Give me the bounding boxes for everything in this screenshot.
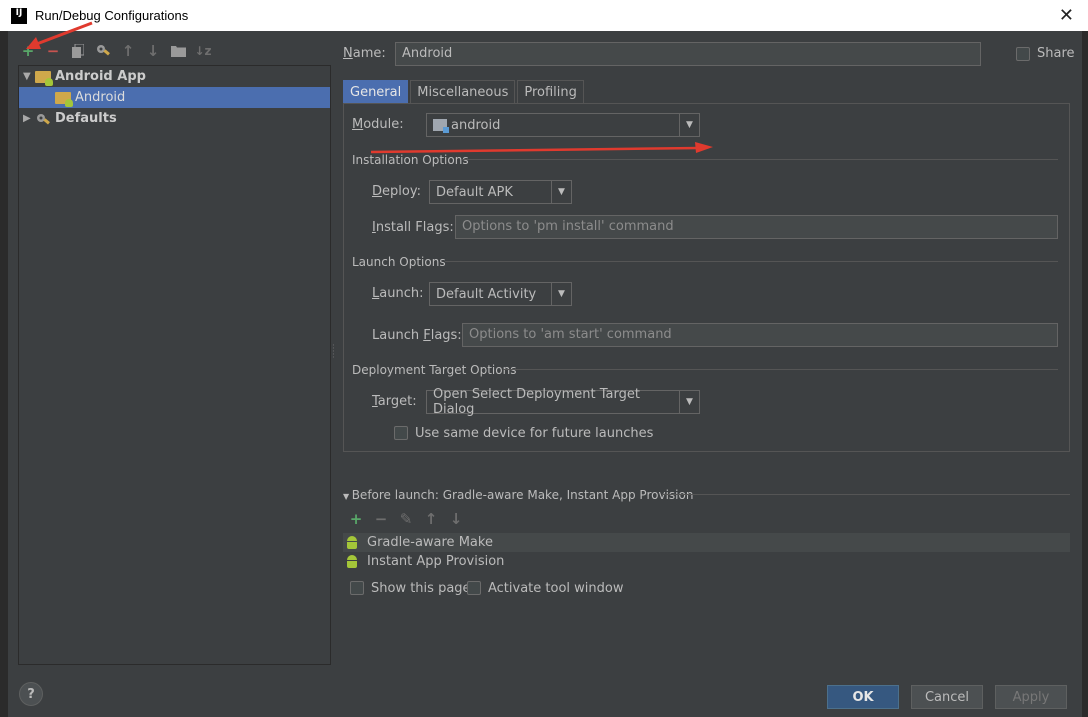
share-label: Share <box>1037 46 1075 61</box>
cancel-button[interactable]: Cancel <box>911 685 983 709</box>
launch-label: Launch: <box>372 286 424 301</box>
list-item-label: Instant App Provision <box>367 554 505 569</box>
ok-button[interactable]: OK <box>827 685 899 709</box>
deploy-label: Deploy: <box>372 184 421 199</box>
target-combo[interactable]: Open Select Deployment Target Dialog ▼ <box>426 387 700 417</box>
launch-flags-input[interactable]: Options to 'am start' command <box>462 323 1058 347</box>
target-label: Target: <box>372 394 417 409</box>
config-tree: ▼ Android App Android ▶ Defaults <box>18 65 331 665</box>
tree-item-label: Android <box>75 90 126 105</box>
android-app-icon <box>35 70 53 86</box>
window-edge-right <box>1082 31 1088 717</box>
android-icon <box>345 554 359 569</box>
install-flags-input[interactable]: Options to 'pm install' command <box>455 215 1058 239</box>
config-tabs: General Miscellaneous Profiling <box>343 80 586 103</box>
show-page-checkbox[interactable] <box>350 581 364 595</box>
apply-button[interactable]: Apply <box>995 685 1067 709</box>
activate-tool-window-label: Activate tool window <box>488 581 624 596</box>
title-bar: IJ Run/Debug Configurations ✕ <box>0 0 1088 31</box>
tree-item-android-app[interactable]: ▼ Android App <box>19 66 330 87</box>
launch-combo[interactable]: Default Activity ▼ <box>429 282 572 306</box>
before-launch-title: ▼ Before launch: Gradle-aware Make, Inst… <box>343 488 694 502</box>
chevron-down-icon[interactable]: ▼ <box>679 391 699 413</box>
same-device-label: Use same device for future launches <box>415 426 654 441</box>
list-item[interactable]: Gradle-aware Make <box>343 533 1070 552</box>
module-combo[interactable]: android ▼ <box>426 113 700 137</box>
annotation-arrow-add <box>26 21 93 49</box>
list-item-label: Gradle-aware Make <box>367 535 493 550</box>
tree-item-label: Defaults <box>55 111 117 126</box>
show-page-label: Show this page <box>371 581 471 596</box>
before-launch-list: Gradle-aware Make Instant App Provision <box>343 533 1070 571</box>
tab-general[interactable]: General <box>343 80 409 103</box>
sort-icon[interactable]: ↓z <box>194 43 211 59</box>
edit-task-icon[interactable]: ✎ <box>398 510 414 528</box>
android-config-icon <box>55 91 73 107</box>
chevron-down-icon[interactable]: ▼ <box>551 283 571 305</box>
tree-item-android[interactable]: Android <box>19 87 330 108</box>
module-value: android <box>451 117 501 133</box>
splitter-handle[interactable]: · · · · · <box>332 342 335 363</box>
list-item[interactable]: Instant App Provision <box>343 552 1070 571</box>
separator <box>503 369 1058 370</box>
module-label: Module: <box>352 117 404 132</box>
separator <box>662 494 1070 495</box>
help-button[interactable]: ? <box>19 682 43 706</box>
deployment-target-title: Deployment Target Options <box>352 363 517 377</box>
expand-arrow-icon[interactable]: ▼ <box>23 71 35 82</box>
name-input[interactable]: Android <box>395 42 981 66</box>
launch-options-title: Launch Options <box>352 255 446 269</box>
collapse-arrow-icon[interactable]: ▶ <box>23 113 35 124</box>
move-task-up-icon[interactable]: ↑ <box>423 510 439 528</box>
chevron-down-icon[interactable]: ▼ <box>551 181 571 203</box>
deploy-combo[interactable]: Default APK ▼ <box>429 180 572 204</box>
name-label: Name: <box>343 46 386 61</box>
android-icon <box>345 535 359 550</box>
chevron-down-icon[interactable]: ▼ <box>679 114 699 136</box>
folder-icon[interactable] <box>170 43 186 59</box>
separator <box>445 261 1058 262</box>
window-edge-left <box>0 31 8 717</box>
close-icon[interactable]: ✕ <box>1059 5 1074 26</box>
share-checkbox[interactable] <box>1016 47 1030 61</box>
module-icon <box>433 119 449 133</box>
before-launch-toolbar: + − ✎ ↑ ↓ <box>348 510 464 528</box>
tab-profiling[interactable]: Profiling <box>517 80 584 103</box>
tree-item-defaults[interactable]: ▶ Defaults <box>19 108 330 129</box>
add-task-icon[interactable]: + <box>348 510 364 528</box>
remove-task-icon[interactable]: − <box>373 510 389 528</box>
install-flags-label: Install Flags: <box>372 220 454 235</box>
installation-options-title: Installation Options <box>352 153 469 167</box>
move-down-icon[interactable]: ↓ <box>145 42 161 60</box>
launch-flags-label: Launch Flags: <box>372 328 462 343</box>
move-task-down-icon[interactable]: ↓ <box>448 510 464 528</box>
defaults-icon <box>35 112 51 126</box>
move-up-icon[interactable]: ↑ <box>120 42 136 60</box>
tree-item-label: Android App <box>55 69 146 84</box>
same-device-checkbox[interactable] <box>394 426 408 440</box>
target-value: Open Select Deployment Target Dialog <box>433 387 640 417</box>
deploy-value: Default APK <box>436 184 513 200</box>
tab-miscellaneous[interactable]: Miscellaneous <box>410 80 516 103</box>
separator <box>462 159 1058 160</box>
activate-tool-window-checkbox[interactable] <box>467 581 481 595</box>
launch-value: Default Activity <box>436 286 537 302</box>
